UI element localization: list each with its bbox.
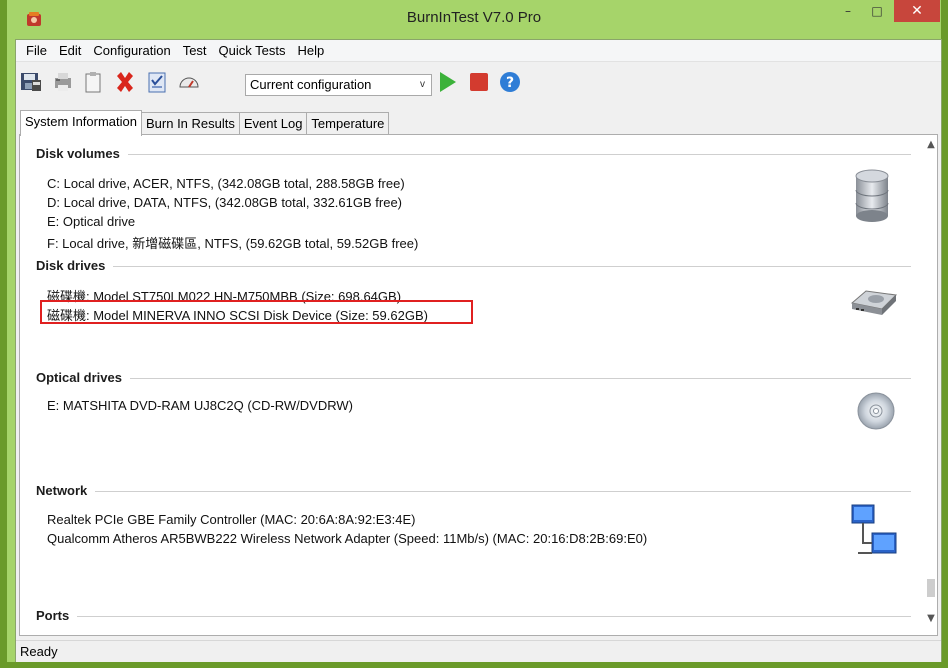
checklist-icon[interactable]	[144, 69, 170, 95]
tab-temperature[interactable]: Temperature	[306, 112, 390, 135]
close-button[interactable]: ✕	[894, 0, 940, 22]
tab-system-information[interactable]: System Information	[20, 110, 142, 136]
section-title-optical-drives: Optical drives	[36, 370, 130, 385]
hard-drive-icon	[850, 290, 898, 315]
menu-quick-tests[interactable]: Quick Tests	[213, 43, 292, 58]
menu-file[interactable]: File	[20, 43, 53, 58]
save-icon[interactable]	[18, 69, 44, 95]
play-icon[interactable]	[434, 69, 460, 95]
cd-icon	[857, 392, 895, 430]
system-information-panel[interactable]: Disk volumes C: Local drive, ACER, NTFS,…	[19, 134, 938, 636]
network-icon	[851, 504, 897, 554]
section-divider	[36, 616, 911, 617]
configuration-select[interactable]: Current configuration v	[245, 74, 432, 96]
section-divider	[36, 378, 911, 379]
scroll-thumb[interactable]	[927, 579, 935, 597]
section-divider	[36, 491, 911, 492]
window-title: BurnInTest V7.0 Pro	[406, 9, 542, 26]
chevron-down-icon: v	[420, 79, 425, 90]
help-icon[interactable]: ?	[497, 69, 523, 95]
section-title-ports: Ports	[36, 608, 78, 623]
clipboard-icon[interactable]	[80, 69, 106, 95]
svg-text:?: ?	[506, 75, 514, 91]
highlight-box	[40, 300, 473, 324]
menu-edit[interactable]: Edit	[53, 43, 87, 58]
section-title-disk-drives: Disk drives	[36, 258, 114, 273]
gauge-icon[interactable]	[176, 69, 202, 95]
scroll-down-icon[interactable]: ▼	[924, 613, 937, 624]
client-area: File Edit Configuration Test Quick Tests…	[15, 39, 942, 662]
title-bar[interactable]: BurnInTest V7.0 Pro – □ ✕	[7, 0, 941, 39]
status-bar: Ready	[16, 640, 941, 662]
optical-drive-e: E: MATSHITA DVD-RAM UJ8C2Q (CD-RW/DVDRW)	[47, 398, 353, 413]
network-adapter-1: Realtek PCIe GBE Family Controller (MAC:…	[47, 512, 416, 527]
disk-volume-d: D: Local drive, DATA, NTFS, (342.08GB to…	[47, 195, 402, 210]
tab-strip: System Information Burn In Results Event…	[20, 110, 390, 136]
tab-event-log[interactable]: Event Log	[238, 112, 308, 135]
minimize-button[interactable]: –	[833, 0, 863, 22]
menu-configuration[interactable]: Configuration	[87, 43, 176, 58]
maximize-button[interactable]: □	[863, 0, 891, 22]
configuration-select-value: Current configuration	[250, 77, 372, 92]
print-icon[interactable]	[50, 69, 76, 95]
vertical-scrollbar[interactable]: ▲ ▼	[924, 135, 937, 635]
menu-bar: File Edit Configuration Test Quick Tests…	[16, 40, 941, 62]
tab-burn-in-results[interactable]: Burn In Results	[141, 112, 240, 135]
status-text: Ready	[20, 644, 58, 659]
disk-volume-e: E: Optical drive	[47, 214, 136, 229]
section-divider	[36, 154, 911, 155]
delete-icon[interactable]	[112, 69, 138, 95]
scroll-up-icon[interactable]: ▲	[924, 139, 937, 150]
disk-volume-c: C: Local drive, ACER, NTFS, (342.08GB to…	[47, 176, 405, 191]
disk-volume-f: F: Local drive, 新增磁碟區, NTFS, (59.62GB to…	[47, 236, 419, 251]
menu-help[interactable]: Help	[291, 43, 330, 58]
section-title-disk-volumes: Disk volumes	[36, 146, 128, 161]
menu-test[interactable]: Test	[177, 43, 213, 58]
network-adapter-2: Qualcomm Atheros AR5BWB222 Wireless Netw…	[47, 531, 648, 546]
section-title-network: Network	[36, 483, 96, 498]
stop-icon[interactable]	[466, 69, 492, 95]
app-window: BurnInTest V7.0 Pro – □ ✕ File Edit Conf…	[0, 0, 948, 668]
database-icon	[855, 169, 889, 222]
section-divider	[36, 266, 911, 267]
toolbar: Current configuration v ?	[16, 63, 941, 103]
